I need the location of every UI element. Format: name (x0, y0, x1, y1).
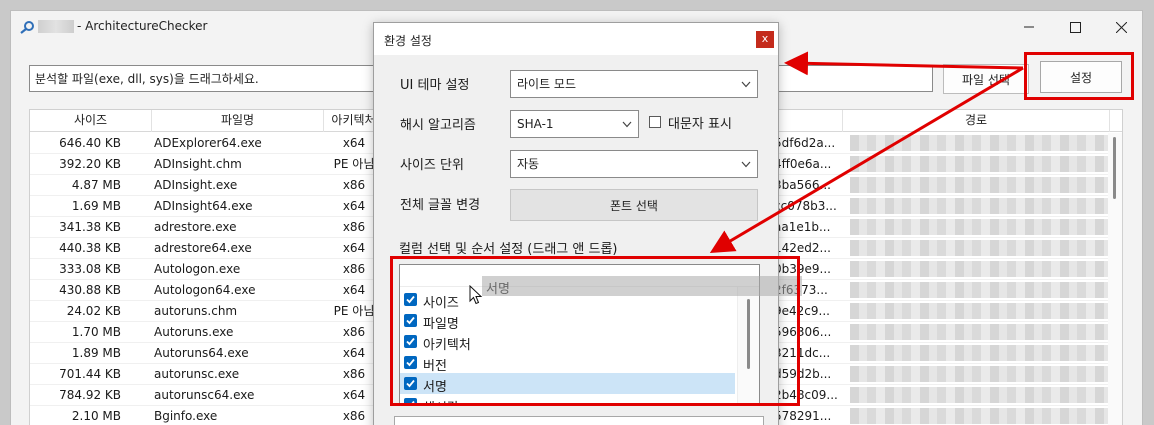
annotation-arrows (709, 51, 1024, 254)
arrow-to-column-list (709, 66, 1024, 254)
arrow-to-dialog (784, 51, 1024, 76)
